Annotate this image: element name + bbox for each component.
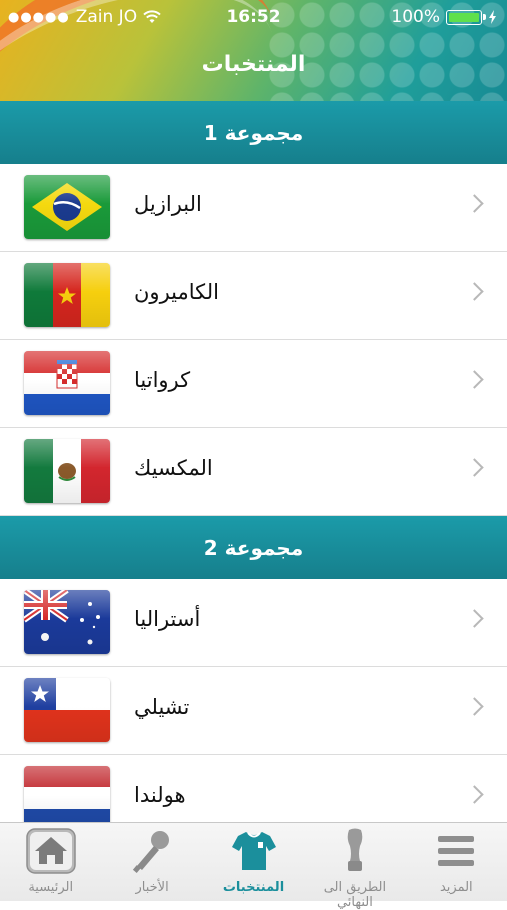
team-row-cameroon[interactable]: الكاميرون [0,252,507,340]
navigation-header: ●●●●● Zain JO 16:52 100% المنتخبات [0,0,507,101]
status-bar: ●●●●● Zain JO 16:52 100% [0,0,507,34]
tab-more[interactable]: المزيد [406,823,507,901]
team-name: المكسيك [134,456,213,480]
chevron-right-icon [465,282,484,301]
trophy-icon [330,828,380,873]
cameroon-flag-icon [24,263,110,327]
menu-icon [431,829,481,873]
tab-road-to-final-label: الطريق الى النهائي [323,880,387,910]
brazil-flag-icon [24,175,110,239]
croatia-flag-icon [24,351,110,415]
team-row-brazil[interactable]: البرازيل [0,164,507,252]
chevron-right-icon [465,194,484,213]
team-name: كرواتيا [134,368,191,392]
team-name: هولندا [134,783,186,807]
tab-home-label: الرئيسية [28,880,74,895]
group-header: مجموعة 1 [0,101,507,164]
team-name: البرازيل [134,192,202,216]
team-row-croatia[interactable]: كرواتيا [0,340,507,428]
group-header: مجموعة 2 [0,516,507,579]
microphone-icon [127,829,177,873]
chevron-right-icon [465,785,484,804]
team-row-australia[interactable]: أستراليا [0,579,507,667]
jersey-icon [229,829,279,873]
tab-teams[interactable]: المنتخبات [203,823,304,901]
team-row-chile[interactable]: تشيلي [0,667,507,755]
tab-news[interactable]: الأخبار [101,823,202,901]
chevron-right-icon [465,609,484,628]
tab-bar: الرئيسية الأخبار المنتخبات الطريق الى ال… [0,822,507,910]
mexico-flag-icon [24,439,110,503]
tab-road-to-final[interactable]: الطريق الى النهائي [304,823,405,910]
tab-news-label: الأخبار [135,880,169,895]
team-name: أستراليا [134,607,201,631]
tab-home[interactable]: الرئيسية [0,823,101,901]
battery-percent: 100% [391,7,440,27]
tab-more-label: المزيد [439,880,473,895]
teams-list[interactable]: مجموعة 1 البرازيل الكاميرون كرواتيا المك… [0,101,507,822]
page-title: المنتخبات [201,52,306,77]
team-row-netherlands[interactable]: هولندا [0,755,507,822]
battery-icon [446,9,486,25]
charging-icon [489,10,496,24]
team-name: الكاميرون [134,280,219,304]
chevron-right-icon [465,458,484,477]
chevron-right-icon [465,697,484,716]
chile-flag-icon [24,678,110,742]
chevron-right-icon [465,370,484,389]
team-name: تشيلي [134,695,190,719]
netherlands-flag-icon [24,766,110,822]
tab-teams-label: المنتخبات [222,880,285,895]
team-row-mexico[interactable]: المكسيك [0,428,507,516]
australia-flag-icon [24,590,110,654]
home-icon [25,828,76,874]
